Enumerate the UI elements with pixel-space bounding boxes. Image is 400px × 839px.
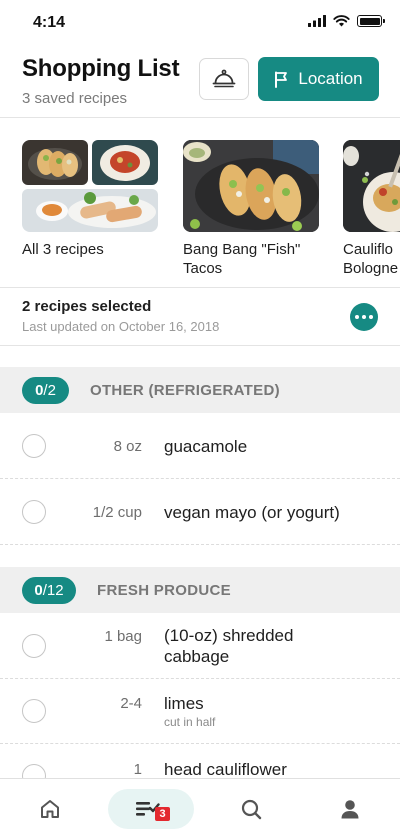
section-header-refrigerated[interactable]: 0/2 OTHER (REFRIGERATED) <box>0 367 400 413</box>
last-updated-text: Last updated on October 16, 2018 <box>22 319 220 334</box>
recipe-name: Cauliflo Bologne <box>343 241 399 277</box>
recipe-cauliflower-image <box>343 140 400 232</box>
item-name: guacamole <box>164 437 248 456</box>
item-note: cut in half <box>164 715 216 729</box>
more-dots-icon <box>355 315 359 319</box>
status-bar: 4:14 <box>0 0 400 46</box>
total-count: /2 <box>43 382 56 399</box>
home-icon <box>41 800 59 818</box>
page-title: Shopping List <box>22 55 180 82</box>
item-name: (10-oz) shredded cabbage <box>164 626 294 666</box>
list-item[interactable]: 1/2 cup vegan mayo (or yogurt) <box>0 479 400 545</box>
serving-dish-icon <box>212 69 236 88</box>
battery-icon <box>357 15 385 27</box>
checked-count: 0 <box>34 582 43 599</box>
list-item[interactable]: 1 bag (10-oz) shredded cabbage <box>0 613 400 679</box>
search-icon <box>241 799 262 820</box>
location-button-label: Location <box>298 69 363 88</box>
serving-dish-button[interactable] <box>199 58 249 100</box>
status-icons <box>308 15 385 27</box>
item-name: limes <box>164 694 204 713</box>
tab-home[interactable] <box>30 789 70 829</box>
selection-title: 2 recipes selected <box>22 298 152 315</box>
recipe-name: Bang Bang "Fish" Tacos <box>183 241 301 277</box>
item-quantity: 1 bag <box>104 628 142 645</box>
more-options-button[interactable] <box>350 303 378 331</box>
tab-profile[interactable] <box>330 789 370 829</box>
item-name: head cauliflower <box>164 760 287 779</box>
item-quantity: 8 oz <box>113 438 142 455</box>
item-checkbox[interactable] <box>22 699 46 723</box>
location-button[interactable]: Location <box>258 57 379 101</box>
item-quantity: 1 <box>133 761 142 778</box>
page-subtitle: 3 saved recipes <box>22 90 128 107</box>
status-time: 4:14 <box>33 14 66 31</box>
recipe-tacos-image <box>183 140 319 232</box>
item-checkbox[interactable] <box>22 634 46 658</box>
cellular-signal-icon <box>308 15 326 27</box>
item-quantity: 2-4 <box>120 695 142 712</box>
tab-shopping-list[interactable]: 3 <box>108 789 194 829</box>
section-header-fresh-produce[interactable]: 0/12 FRESH PRODUCE <box>0 567 400 613</box>
recipe-card-cauliflower[interactable]: Cauliflo Bologne <box>343 140 400 278</box>
section-count-badge: 0/2 <box>22 377 69 404</box>
checked-count: 0 <box>35 382 44 399</box>
section-title: FRESH PRODUCE <box>97 582 231 599</box>
cart-count-badge: 3 <box>155 807 170 821</box>
item-checkbox[interactable] <box>22 500 46 524</box>
profile-icon <box>341 800 359 819</box>
section-count-badge: 0/12 <box>22 577 76 604</box>
tab-search[interactable] <box>231 789 271 829</box>
flag-icon <box>275 71 288 88</box>
tab-bar: 3 <box>0 778 400 839</box>
list-item[interactable]: 8 oz guacamole <box>0 413 400 479</box>
list-item[interactable]: 2-4 limes cut in half <box>0 679 400 744</box>
item-name: vegan mayo (or yogurt) <box>164 503 340 522</box>
item-quantity: 1/2 cup <box>92 504 142 521</box>
total-count: /12 <box>42 582 64 599</box>
recipe-card-all[interactable]: All 3 recipes <box>22 140 158 259</box>
recipe-collage-image <box>22 140 158 232</box>
selection-summary: 2 recipes selected Last updated on Octob… <box>0 288 400 346</box>
recipe-name: All 3 recipes <box>22 241 104 258</box>
wifi-icon <box>333 15 350 27</box>
recipe-carousel[interactable]: All 3 recipes Bang Bang "Fish" Tacos Cau… <box>0 118 400 288</box>
section-title: OTHER (REFRIGERATED) <box>90 382 280 399</box>
header: Shopping List 3 saved recipes Location <box>0 46 400 118</box>
recipe-card-tacos[interactable]: Bang Bang "Fish" Tacos <box>183 140 319 278</box>
item-checkbox[interactable] <box>22 434 46 458</box>
